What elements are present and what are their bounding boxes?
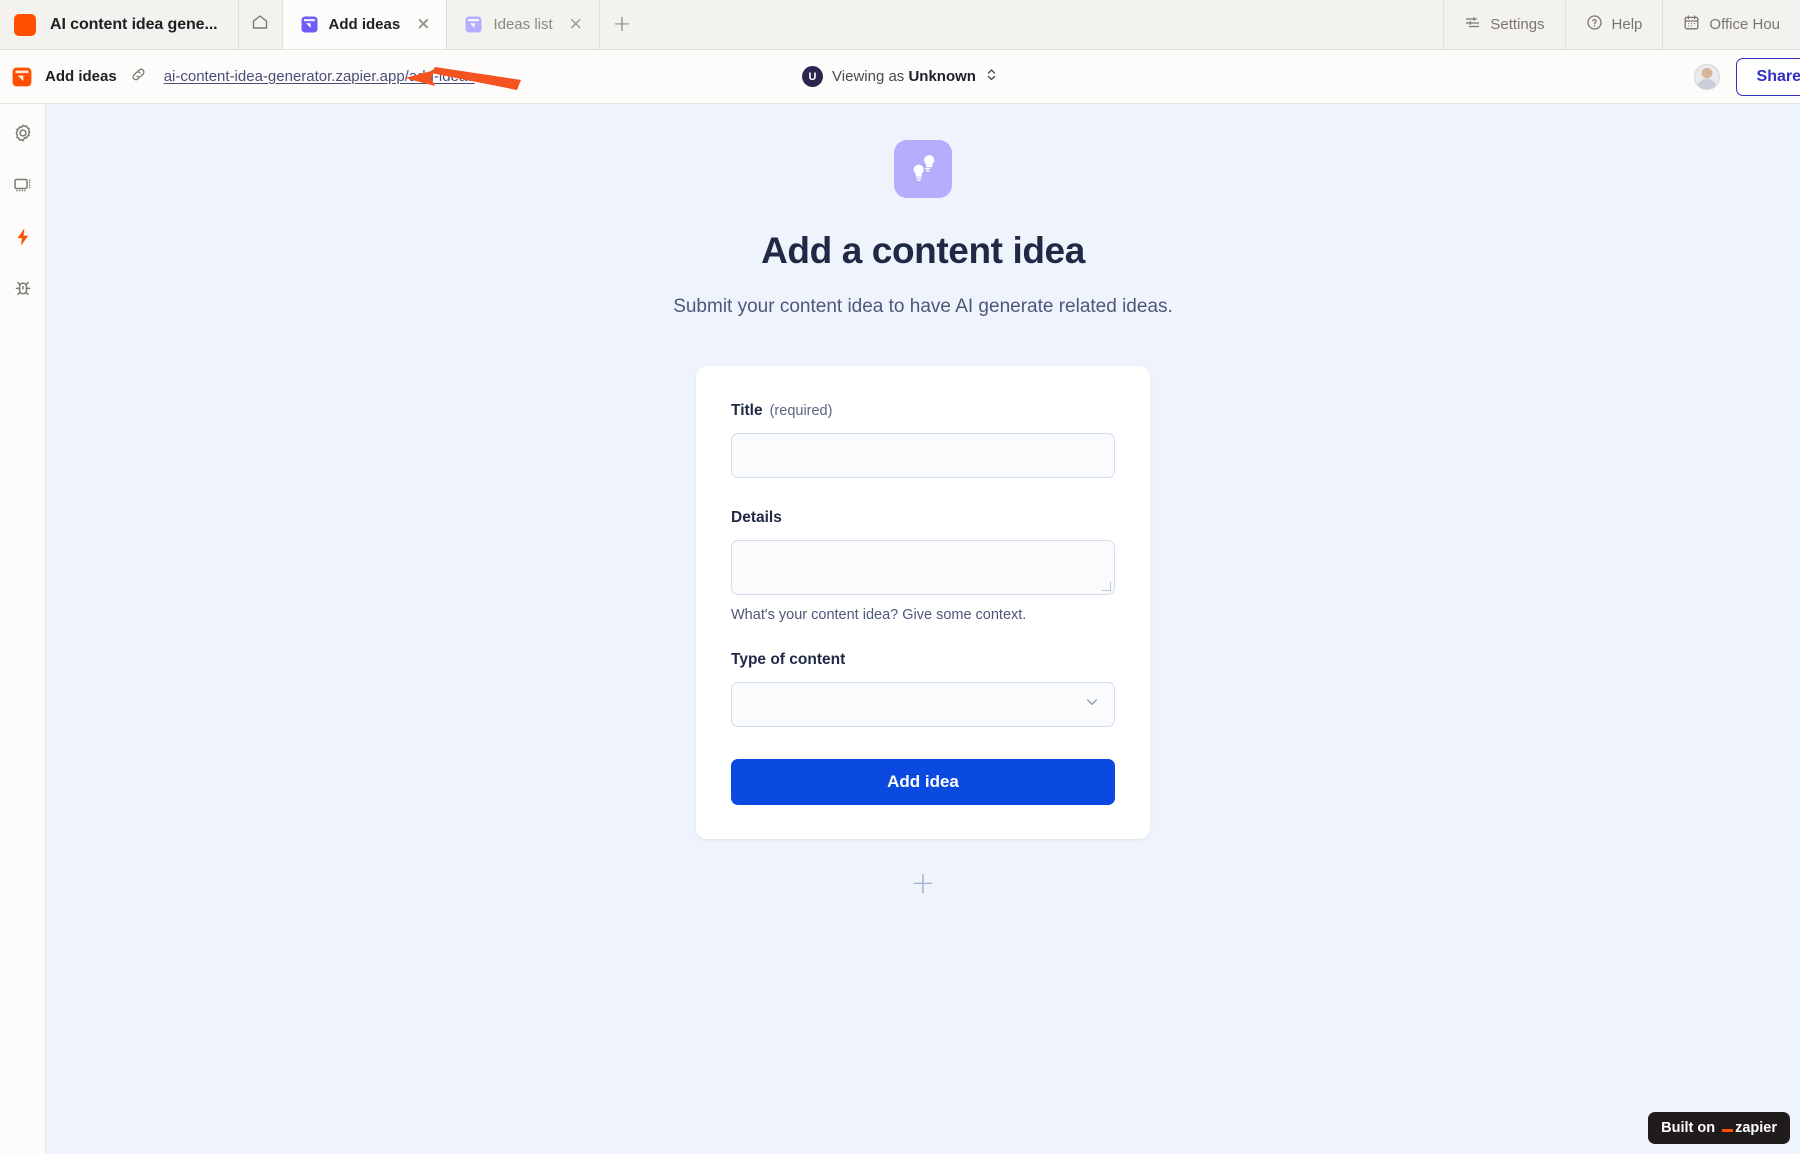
required-note: (required) — [769, 403, 833, 419]
field-details-help: What's your content idea? Give some cont… — [731, 607, 1027, 623]
add-idea-button[interactable]: Add idea — [731, 759, 1115, 805]
field-title: Title (required) — [731, 402, 1115, 478]
address-bar-left: Add ideas ai-content-idea-generator.zapi… — [0, 66, 475, 88]
settings-gear-icon — [12, 122, 34, 149]
field-type-of-content: Type of content — [731, 651, 1115, 727]
label-text: Type of content — [731, 651, 846, 668]
interface-page: Add a content idea Submit your content i… — [46, 104, 1800, 899]
tabbar-spacer — [644, 0, 1443, 49]
details-textarea[interactable] — [731, 540, 1115, 595]
zapier-interface-icon — [12, 67, 32, 87]
viewing-prefix: Viewing as — [832, 68, 909, 85]
zapier-brand-text: zapier — [1735, 1120, 1777, 1136]
editor-sidebar — [0, 104, 46, 1154]
menu-label: Office Hou — [1709, 16, 1780, 33]
home-tab-button[interactable] — [239, 0, 283, 49]
zapier-interface-icon — [465, 16, 482, 33]
zapier-interface-icon — [301, 16, 318, 33]
url-link[interactable]: ai-content-idea-generator.zapier.app/add… — [164, 68, 475, 85]
page-subtitle: Submit your content idea to have AI gene… — [673, 296, 1173, 317]
page-name: Add ideas — [45, 68, 117, 85]
field-type-label: Type of content — [731, 651, 1115, 669]
sidebar-item-layout[interactable] — [8, 172, 38, 202]
home-icon — [250, 12, 270, 37]
chevron-updown-icon[interactable] — [985, 67, 998, 87]
built-on-label: Built on — [1661, 1120, 1716, 1136]
page-title: Add a content idea — [761, 230, 1085, 271]
tab-label: Ideas list — [493, 16, 553, 33]
menu-label: Help — [1611, 16, 1643, 33]
zapier-logo-icon — [14, 13, 36, 36]
office-hours-menu-item[interactable]: Office Hou — [1663, 0, 1800, 49]
sidebar-item-settings[interactable] — [8, 120, 38, 150]
zapier-wordmark: zapier — [1722, 1120, 1777, 1136]
address-bar-right: Share — [1693, 50, 1800, 104]
lightbulbs-icon — [894, 140, 952, 198]
share-button[interactable]: Share — [1735, 58, 1800, 96]
zapier-accent-dash — [1722, 1129, 1734, 1132]
field-details-label: Details — [731, 509, 1115, 527]
app-title: AI content idea gene... — [50, 15, 218, 33]
field-details: Details What's your content idea? Give s… — [731, 509, 1115, 623]
new-tab-button[interactable]: + — [600, 0, 644, 49]
label-text: Title — [731, 402, 763, 419]
zap-lightning-icon — [12, 226, 34, 253]
tab-close-icon[interactable]: × — [569, 16, 583, 33]
field-spacer — [731, 623, 1115, 651]
question-circle-icon — [1586, 14, 1603, 35]
link-icon — [130, 66, 147, 88]
app-brand: AI content idea gene... — [0, 0, 239, 49]
tab-add-ideas[interactable]: Add ideas × — [282, 0, 448, 49]
add-block-button[interactable]: + — [908, 869, 938, 899]
layout-page-icon — [12, 174, 34, 201]
bug-debug-icon — [12, 278, 34, 305]
viewing-as-label: Viewing as Unknown — [832, 68, 976, 85]
address-bar: Add ideas ai-content-idea-generator.zapi… — [0, 50, 1800, 104]
top-right-menu: Settings Help Office Hou — [1443, 0, 1800, 49]
sidebar-item-zaps[interactable] — [8, 224, 38, 254]
sidebar-item-debug[interactable] — [8, 276, 38, 306]
tab-ideas-list[interactable]: Ideas list × — [447, 0, 600, 49]
browser-tab-bar: AI content idea gene... Add ideas × Idea… — [0, 0, 1800, 50]
tab-close-icon[interactable]: × — [416, 16, 430, 33]
viewing-user: Unknown — [908, 68, 976, 85]
help-menu-item[interactable]: Help — [1566, 0, 1664, 49]
idea-form-card: Title (required) Details What's your con… — [696, 366, 1150, 839]
field-title-label: Title (required) — [731, 402, 1115, 420]
menu-label: Settings — [1490, 16, 1545, 33]
sliders-icon — [1464, 14, 1481, 35]
user-avatar[interactable] — [1693, 64, 1720, 90]
label-text: Details — [731, 509, 782, 526]
avatar: U — [802, 66, 824, 87]
settings-menu-item[interactable]: Settings — [1444, 0, 1566, 49]
tab-label: Add ideas — [328, 16, 401, 33]
chevron-down-icon — [1084, 694, 1100, 715]
calendar-icon — [1683, 14, 1700, 35]
title-input[interactable] — [731, 433, 1115, 478]
type-of-content-select[interactable] — [731, 682, 1115, 727]
field-spacer — [731, 478, 1115, 509]
built-on-zapier-badge[interactable]: Built on zapier — [1648, 1112, 1790, 1144]
preview-canvas: Add a content idea Submit your content i… — [46, 104, 1800, 1154]
